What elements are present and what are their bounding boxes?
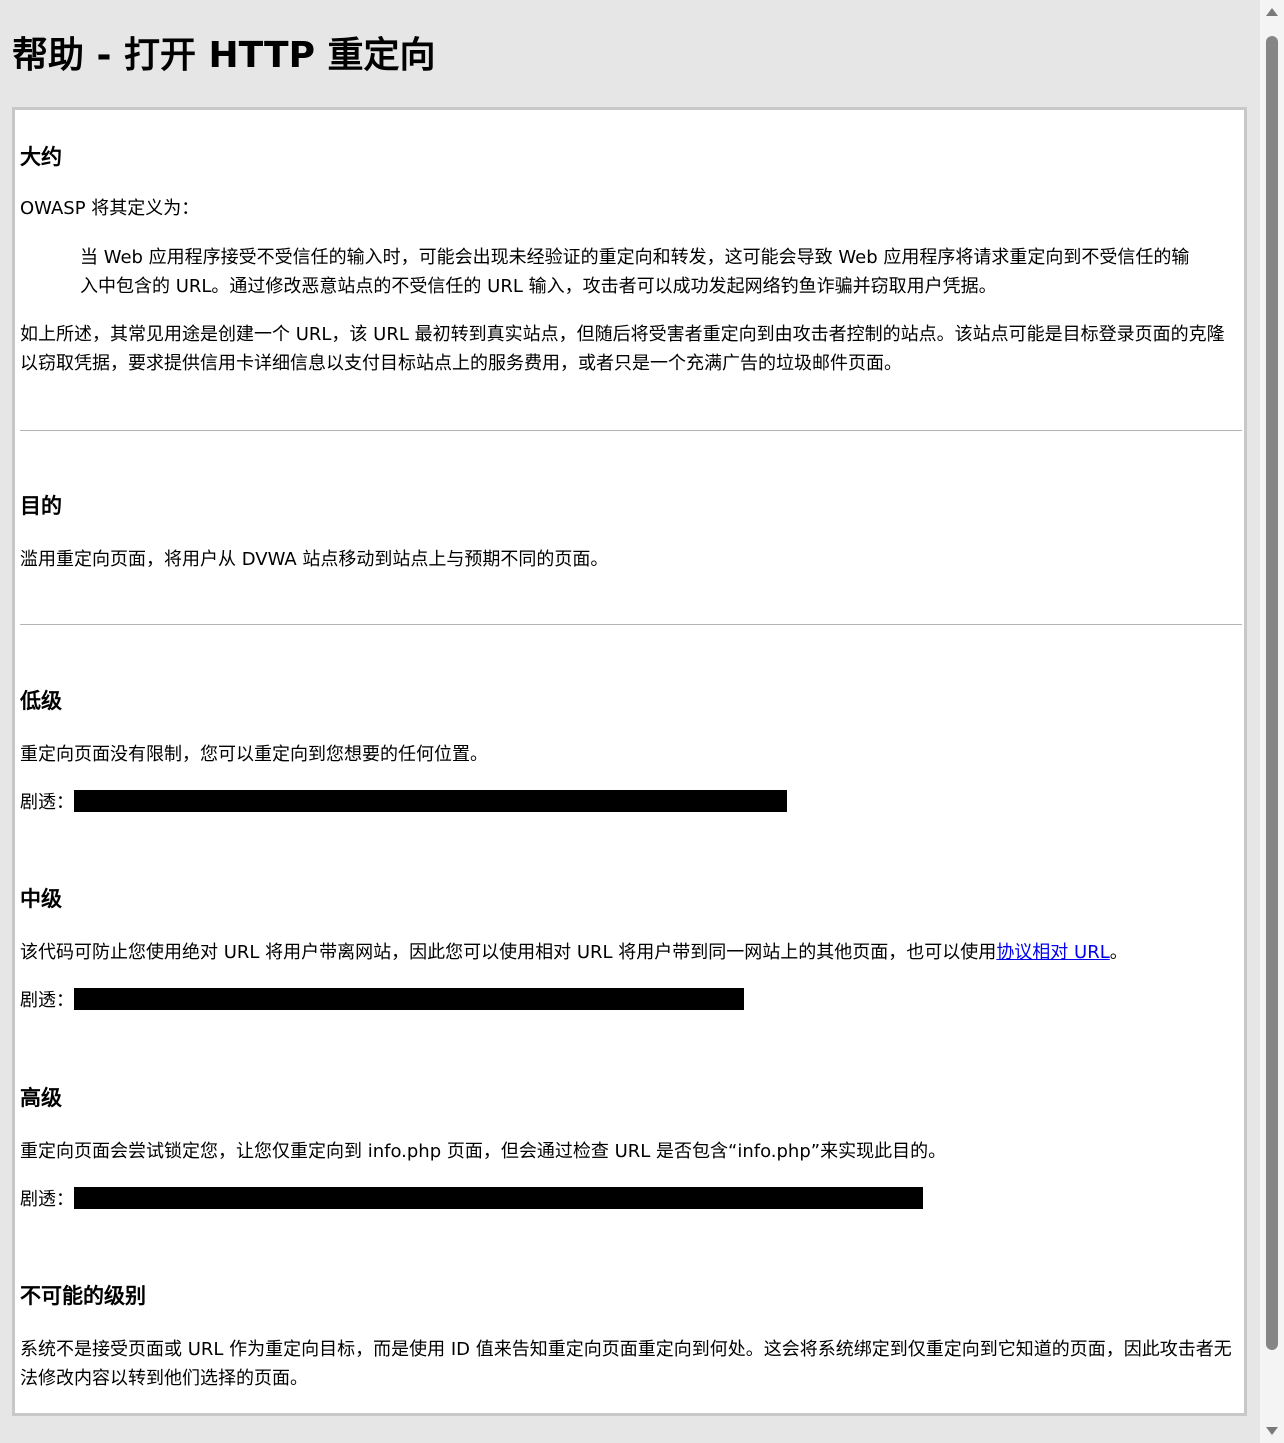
medium-heading: 中级 [20,887,62,911]
high-spoiler-row: 剧透： [20,1185,1242,1214]
medium-body: 该代码可防止您使用绝对 URL 将用户带离网站，因此您可以使用相对 URL 将用… [20,938,1242,967]
impossible-body: 系统不是接受页面或 URL 作为重定向目标，而是使用 ID 值来告知重定向页面重… [20,1339,1232,1389]
high-level-section: 高级 重定向页面会尝试锁定您，让您仅重定向到 info.php 页面，但会通过检… [20,1083,1242,1214]
scroll-up-arrow-icon[interactable] [1260,0,1284,24]
vertical-scrollbar[interactable] [1260,0,1284,1443]
low-spoiler-row: 剧透： [20,788,1242,817]
about-body: 如上所述，其常见用途是创建一个 URL，该 URL 最初转到真实站点，但随后将受… [20,324,1225,374]
low-level-section: 低级 重定向页面没有限制，您可以重定向到您想要的任何位置。 剧透： [20,686,1242,817]
about-intro: OWASP 将其定义为： [20,198,200,219]
objective-body: 滥用重定向页面，将用户从 DVWA 站点移动到站点上与预期不同的页面。 [20,549,609,570]
spoiler-label: 剧透： [20,792,74,813]
help-page: 帮助 - 打开 HTTP 重定向 大约 OWASP 将其定义为： 当 Web 应… [0,0,1260,1443]
low-heading: 低级 [20,689,62,713]
medium-body-text: 该代码可防止您使用绝对 URL 将用户带离网站，因此您可以使用相对 URL 将用… [20,942,997,963]
spoiler-label: 剧透： [20,1189,74,1210]
medium-spoiler-redacted[interactable] [74,988,744,1010]
medium-spoiler-row: 剧透： [20,986,1242,1015]
spoiler-label: 剧透： [20,990,74,1011]
high-heading: 高级 [20,1086,62,1110]
about-section: 大约 OWASP 将其定义为： 当 Web 应用程序接受不受信任的输入时，可能会… [20,142,1242,378]
scroll-down-arrow-icon[interactable] [1260,1419,1284,1443]
page-title: 帮助 - 打开 HTTP 重定向 [12,35,436,76]
about-heading: 大约 [20,145,62,169]
high-spoiler-redacted[interactable] [74,1187,923,1209]
low-spoiler-redacted[interactable] [74,790,787,812]
owasp-quote: 当 Web 应用程序接受不受信任的输入时，可能会出现未经验证的重定向和转发，这可… [80,247,1190,297]
section-divider [20,430,1242,431]
objective-section: 目的 滥用重定向页面，将用户从 DVWA 站点移动到站点上与预期不同的页面。 [20,491,1242,574]
high-body: 重定向页面会尝试锁定您，让您仅重定向到 info.php 页面，但会通过检查 U… [20,1141,947,1162]
medium-body-end: 。 [1109,942,1128,963]
impossible-heading: 不可能的级别 [20,1284,146,1308]
medium-level-section: 中级 该代码可防止您使用绝对 URL 将用户带离网站，因此您可以使用相对 URL… [20,884,1242,1015]
help-content-panel: 大约 OWASP 将其定义为： 当 Web 应用程序接受不受信任的输入时，可能会… [12,107,1247,1416]
section-divider [20,624,1242,625]
low-body: 重定向页面没有限制，您可以重定向到您想要的任何位置。 [20,744,488,765]
scrollbar-thumb[interactable] [1266,36,1278,1350]
objective-heading: 目的 [20,494,62,518]
impossible-level-section: 不可能的级别 系统不是接受页面或 URL 作为重定向目标，而是使用 ID 值来告… [20,1281,1242,1393]
protocol-relative-url-link[interactable]: 协议相对 URL [996,942,1109,963]
